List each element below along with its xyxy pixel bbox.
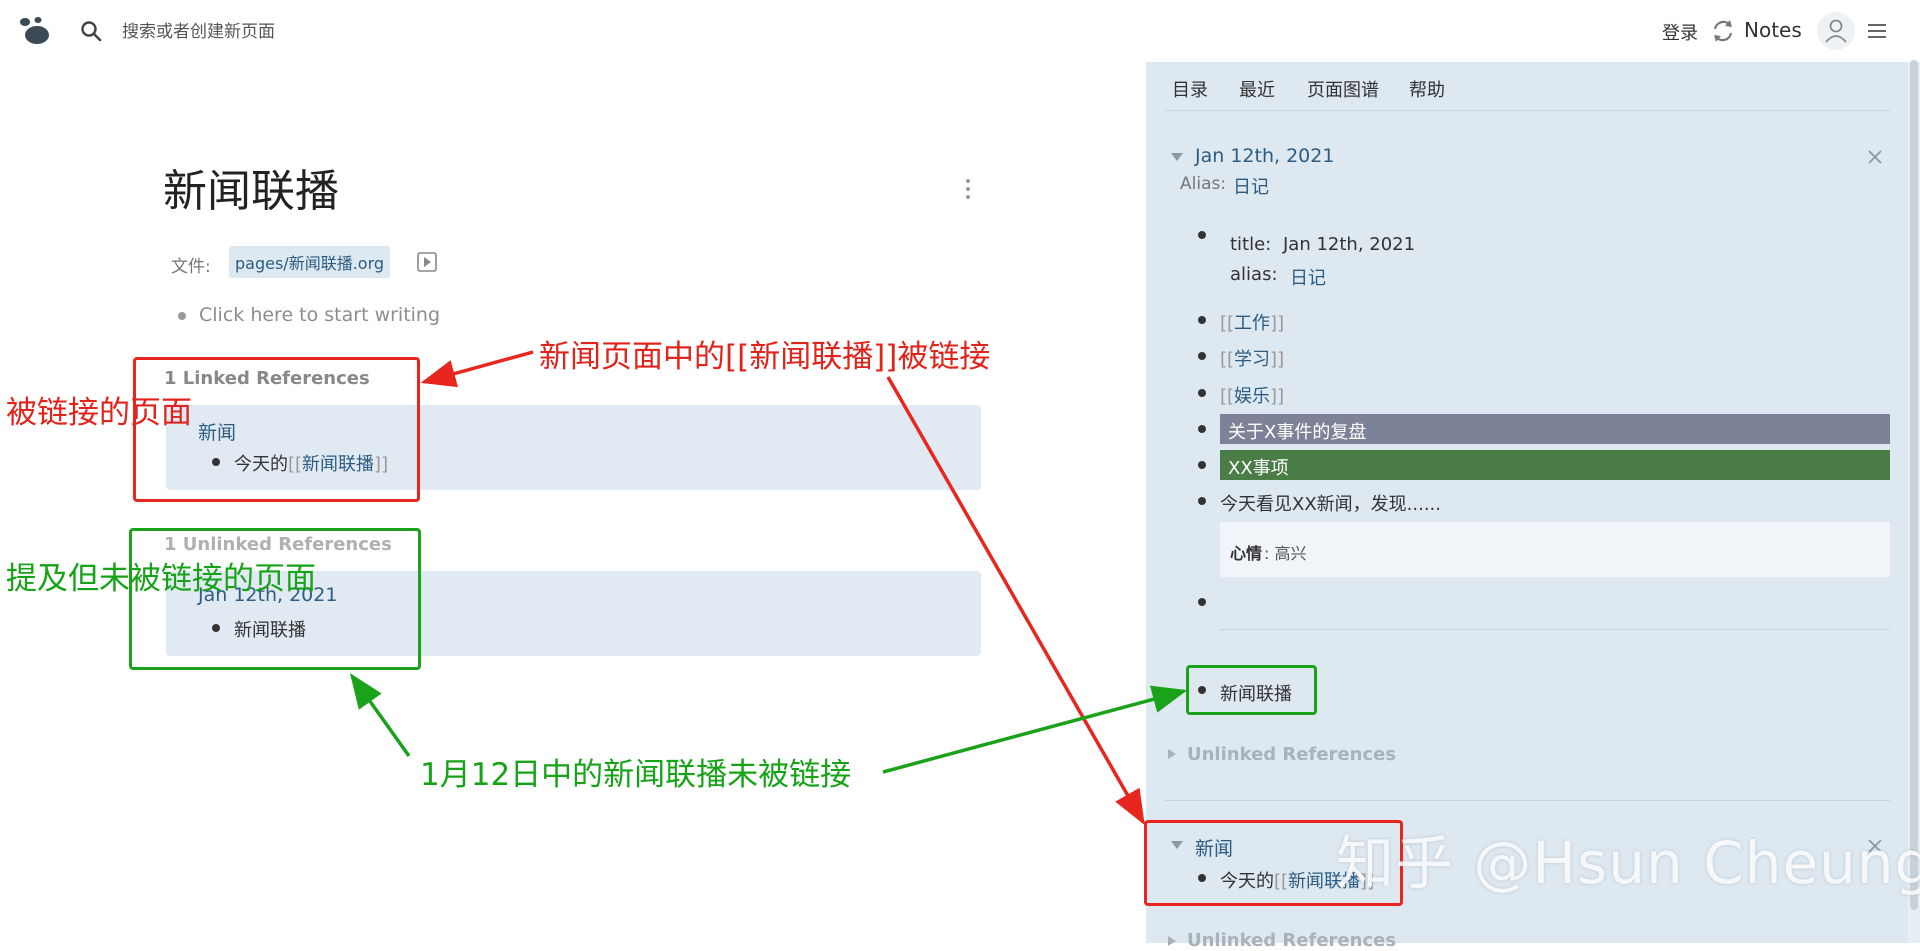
property-key-mood: 心情	[1230, 544, 1263, 563]
logseq-logo-icon[interactable]	[18, 16, 52, 46]
bullet-icon[interactable]	[1198, 316, 1206, 324]
arrow-green-to-mention	[882, 685, 1188, 774]
top-bar: 登录 Notes	[0, 0, 1920, 62]
bullet-icon[interactable]	[1198, 425, 1206, 433]
open-file-icon[interactable]	[417, 252, 437, 272]
search-input[interactable]	[120, 18, 724, 46]
annotation-text-top: 新闻页面中的[[新闻联播]]被链接	[539, 339, 991, 375]
collapse-triangle-icon[interactable]	[1171, 152, 1183, 162]
text-block[interactable]: 今天看见XX新闻，发现......	[1220, 490, 1441, 516]
file-label: 文件:	[171, 257, 211, 277]
expand-triangle-icon[interactable]	[1166, 936, 1178, 946]
arrow-green-to-unlinked	[349, 673, 411, 758]
watermark: 知乎 @Hsun Cheung	[1336, 829, 1920, 897]
more-options-icon[interactable]	[962, 178, 974, 200]
divider	[1165, 800, 1890, 801]
property-key-alias: alias:	[1230, 264, 1278, 285]
property-key-title: title:	[1230, 234, 1272, 255]
property-value-title: Jan 12th, 2021	[1283, 234, 1416, 255]
tab-contents[interactable]: 目录	[1172, 76, 1208, 102]
sidebar-card-title[interactable]: Jan 12th, 2021	[1195, 145, 1334, 167]
bullet-icon[interactable]	[1198, 352, 1206, 360]
highlighted-block-gray[interactable]: 关于X事件的复盘	[1220, 414, 1890, 444]
divider	[1165, 110, 1890, 111]
bullet-icon[interactable]	[1198, 497, 1206, 505]
search-icon[interactable]	[80, 20, 102, 42]
block-property[interactable]: 心情 : 高兴	[1220, 522, 1890, 577]
avatar[interactable]	[1817, 12, 1855, 50]
highlighted-block-green[interactable]: XX事项	[1220, 450, 1890, 480]
login-button[interactable]: 登录	[1662, 19, 1698, 45]
arrow-red-to-linked	[420, 350, 534, 388]
property-value-alias[interactable]: 日记	[1290, 264, 1326, 290]
bullet-icon[interactable]	[1198, 598, 1206, 606]
page-ref-link[interactable]: [[娱乐]]	[1220, 382, 1284, 408]
bullet-icon[interactable]	[1198, 461, 1206, 469]
page-title[interactable]: 新闻联播	[163, 155, 339, 219]
scrollbar-thumb[interactable]	[1910, 60, 1918, 910]
annotation-text-linked: 被链接的页面	[6, 395, 192, 431]
page-ref-link[interactable]: [[工作]]	[1220, 309, 1284, 335]
tab-help[interactable]: 帮助	[1409, 76, 1445, 102]
repo-name-label[interactable]: Notes	[1744, 18, 1802, 42]
sync-icon[interactable]	[1710, 18, 1736, 44]
alias-label: Alias:	[1180, 174, 1227, 194]
annotation-box-unlinked	[129, 528, 421, 670]
annotation-text-bottom: 1月12日中的新闻联播未被链接	[420, 757, 852, 793]
alias-link[interactable]: 日记	[1233, 173, 1269, 199]
bullet-icon[interactable]	[178, 312, 186, 320]
tab-recent[interactable]: 最近	[1239, 76, 1275, 102]
bullet-icon[interactable]	[1198, 231, 1206, 239]
sidebar-unlinked-references[interactable]: Unlinked References	[1187, 744, 1396, 765]
tab-page-graph[interactable]: 页面图谱	[1307, 76, 1379, 102]
expand-triangle-icon[interactable]	[1166, 749, 1178, 759]
close-icon[interactable]	[1866, 148, 1884, 166]
divider	[1220, 629, 1890, 630]
empty-block-placeholder[interactable]: Click here to start writing	[199, 304, 440, 326]
annotation-text-unlinked: 提及但未被链接的页面	[6, 561, 316, 597]
page-ref-link[interactable]: [[学习]]	[1220, 345, 1284, 371]
sidebar-unlinked-references[interactable]: Unlinked References	[1187, 930, 1396, 951]
user-icon	[1825, 19, 1847, 43]
property-value-mood: : 高兴	[1264, 544, 1307, 563]
file-path-link[interactable]: pages/新闻联播.org	[229, 246, 391, 278]
bullet-icon[interactable]	[1198, 389, 1206, 397]
hamburger-menu-icon[interactable]	[1866, 20, 1888, 42]
annotation-box-mention	[1186, 665, 1317, 715]
